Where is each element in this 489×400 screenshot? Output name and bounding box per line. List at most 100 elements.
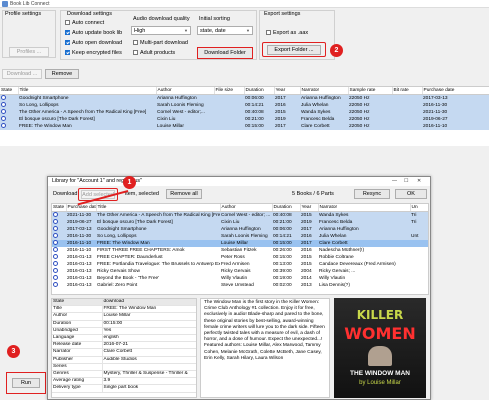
table-cell: So Long, Lollipops [97, 234, 137, 239]
column-header[interactable]: Bit rate [392, 87, 423, 95]
table-cell: 2017 [275, 96, 286, 101]
minimize-icon[interactable]: — [392, 178, 397, 184]
table-row[interactable]: So Long, Lollipops Sarah Loonis Fleming 00… [0, 102, 489, 109]
table-cell [410, 282, 428, 289]
column-header[interactable]: Duration [244, 87, 275, 95]
table-row[interactable]: The Other America - A Speech from The Ra… [0, 109, 489, 116]
window-title: Book Lib Connect [10, 1, 50, 7]
list-item[interactable]: 2016-01-13 Beyond the Book - 'The Free' Wi… [52, 275, 428, 282]
column-header[interactable]: File size [214, 87, 245, 95]
ok-button[interactable]: OK [395, 189, 427, 199]
column-header[interactable]: Author [220, 204, 273, 212]
callout-badge-3: 3 [7, 345, 20, 358]
table-cell: Cixin Liu [157, 117, 176, 122]
table-cell: 2016-01-13 [67, 276, 92, 281]
column-header[interactable]: Purchase date [422, 87, 489, 95]
table-cell: 2016 [301, 234, 312, 239]
auto-connect-option[interactable]: Auto connect [65, 20, 104, 26]
table-cell [410, 268, 428, 275]
property-value: download [102, 299, 196, 307]
adult-option[interactable]: Adult products [133, 50, 175, 56]
table-cell: Ricky Gervais Show [97, 269, 140, 274]
table-cell: Clare Corbett [301, 124, 330, 129]
sorting-select[interactable]: state, date ▼ [197, 26, 253, 35]
column-header[interactable]: State [52, 204, 67, 212]
list-item[interactable]: 2016-01-13 FREE CHAPTER: Daunderlust Peter… [52, 254, 428, 261]
multipart-option[interactable]: Multi-part download [133, 40, 188, 46]
table-cell: Ricky Gervais; ... [319, 269, 356, 274]
list-item[interactable]: 2016-01-13 Ricky Gervais Show Ricky Gervai… [52, 268, 428, 275]
table-cell: 00:14:21 [273, 234, 292, 239]
keep-encrypted-checkbox[interactable] [65, 50, 70, 56]
column-header[interactable]: Title [96, 204, 221, 212]
remove-button[interactable]: Remove [45, 69, 79, 79]
table-cell: 22050 Hz [349, 117, 370, 122]
run-button[interactable]: Run [12, 378, 40, 388]
auto-open-checkbox[interactable] [65, 40, 70, 46]
profiles-button[interactable]: Profiles ... [9, 47, 49, 57]
property-name: Unabridged [52, 327, 103, 336]
download-folder-button[interactable]: Download Folder [197, 47, 253, 59]
auto-update-option[interactable]: Auto update book lib [65, 30, 122, 36]
profile-settings-group: Profile settings Profiles ... [2, 10, 56, 58]
list-item[interactable]: 2017-03-13 Goodnight Smartphone Arianna Hu… [52, 226, 428, 233]
multipart-checkbox[interactable] [133, 40, 138, 46]
table-cell: 00:19:00 [273, 276, 292, 281]
table-cell: Tri [411, 213, 417, 218]
table-cell: 2019 [275, 117, 286, 122]
export-aax-checkbox[interactable] [266, 30, 271, 36]
maximize-icon[interactable]: ☐ [404, 178, 408, 184]
table-row[interactable]: Goodnight Smartphone Arianna Huffington 00… [0, 94, 489, 102]
state-cell [52, 219, 66, 226]
auto-update-checkbox[interactable] [65, 30, 70, 36]
download-state-icon [53, 282, 58, 288]
main-table-header: State Title Author File size Duration Ye… [0, 87, 489, 95]
column-header[interactable]: Duration [272, 204, 301, 212]
list-item[interactable]: 2016-01-13 Gabriel: Zero Point Steve Umste… [52, 282, 428, 289]
resync-button[interactable]: Resync [354, 189, 390, 199]
column-header[interactable]: State [0, 87, 19, 95]
callout-badge-2: 2 [330, 44, 343, 57]
download-state-icon [53, 268, 58, 274]
download-button[interactable]: Download ... [2, 69, 42, 79]
keep-encrypted-option[interactable]: Keep encrypted files [65, 50, 122, 56]
property-name: Genres [52, 370, 103, 379]
cover-title-line1: KILLER [356, 308, 404, 322]
quality-select[interactable]: High ▼ [131, 26, 191, 35]
list-item[interactable]: 2016-11-30 So Long, Lollipops Sarah Loonis… [52, 233, 428, 240]
column-header[interactable]: Year [274, 87, 301, 95]
close-icon[interactable]: ✕ [417, 178, 421, 184]
auto-connect-checkbox[interactable] [65, 20, 70, 26]
table-cell [410, 226, 428, 233]
table-row[interactable]: El bosque oscuro [The Dark Forest] Cixin … [0, 116, 489, 123]
column-header[interactable]: Sample rate [348, 87, 393, 95]
adult-checkbox[interactable] [133, 50, 138, 56]
list-item[interactable]: 2016-01-13 FREE: Portlandia Travelogue: T… [52, 261, 428, 268]
table-cell [392, 116, 422, 123]
table-cell: 2015 [275, 110, 286, 115]
remove-all-button[interactable]: Remove all [166, 189, 202, 199]
property-name: Author [52, 312, 103, 321]
column-header[interactable]: Year [300, 204, 319, 212]
column-header[interactable]: Author [156, 87, 215, 95]
list-item[interactable]: 2016-11-10 FREE: The Window Man Louise Mil… [52, 240, 428, 247]
table-cell: 2017 [275, 124, 286, 129]
property-row: State download [52, 299, 196, 307]
table-row[interactable]: FREE: The Window Man Louise Millar 00:15:0… [0, 123, 489, 130]
table-cell [410, 275, 428, 282]
auto-open-option[interactable]: Auto open download [65, 40, 122, 46]
column-header[interactable]: Narrator [318, 204, 411, 212]
column-header[interactable]: Title [18, 87, 157, 95]
export-aax-option[interactable]: Export as .aax [266, 30, 308, 36]
column-header[interactable]: Un [410, 204, 428, 212]
list-item[interactable]: 2016-11-10 FIRST THREE FREE CHAPTERS: Amo… [52, 247, 428, 254]
column-header[interactable]: Purchase date [66, 204, 97, 212]
table-cell: Goodnight Smartphone [97, 227, 147, 232]
table-cell: Cornel West - editor;... [157, 110, 205, 115]
table-cell: Louise Millar [221, 241, 248, 246]
table-cell: Arianna Huffington [157, 96, 197, 101]
column-header[interactable]: Narrator [300, 87, 349, 95]
list-item[interactable]: 2019-06-27 El bosque oscuro [The Dark For… [52, 219, 428, 226]
list-item[interactable]: 2021-11-30 The Other America - A Speech f… [52, 211, 428, 219]
export-folder-button[interactable]: Export Folder ... [267, 45, 321, 55]
